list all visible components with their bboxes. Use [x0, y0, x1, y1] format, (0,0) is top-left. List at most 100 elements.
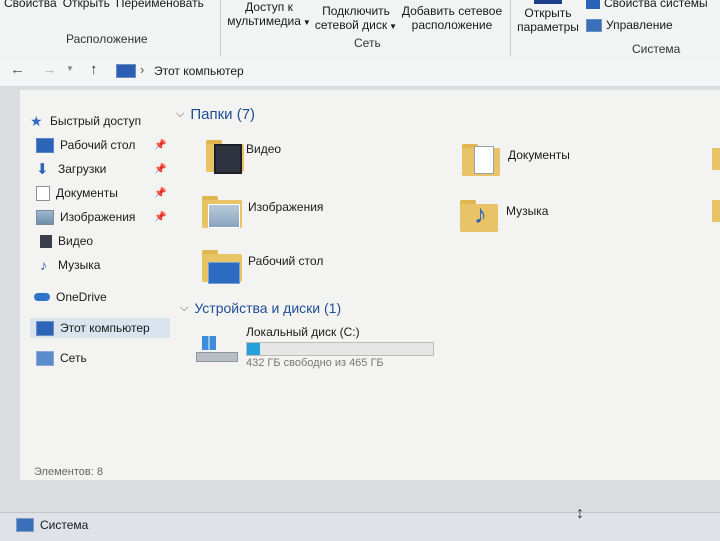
open-settings-label-1: Открыть [524, 6, 572, 20]
music-icon: ♪ [40, 257, 47, 273]
drive-free-space: 432 ГБ свободно из 465 ГБ [246, 357, 384, 369]
sidebar-item-network[interactable]: Сеть [36, 348, 186, 368]
sidebar-item-quick-access[interactable]: ★ Быстрый доступ [30, 111, 180, 131]
sidebar-item-desktop[interactable]: Рабочий стол 📌 [36, 135, 186, 155]
group-label-network: Сеть [354, 36, 381, 50]
sidebar-item-label: OneDrive [56, 290, 107, 304]
folder-partial-icon[interactable] [712, 200, 720, 222]
music-folder-icon: ♪ [460, 198, 498, 232]
media-access-label-1: Доступ к [245, 0, 293, 14]
computer-icon [36, 320, 54, 336]
ribbon-divider [220, 0, 221, 56]
add-network-location-button[interactable]: Добавить сетевое расположение [400, 4, 504, 32]
pin-icon: 📌 [154, 139, 167, 151]
properties-button[interactable]: Свойства [4, 0, 57, 10]
sidebar-item-video[interactable]: Видео [40, 231, 190, 251]
system-icon [16, 518, 34, 532]
group-label-location: Расположение [66, 32, 148, 46]
manage-button[interactable]: Управление [586, 18, 673, 32]
group-label-system: Система [632, 42, 681, 56]
open-settings-button[interactable]: Открыть параметры [515, 0, 581, 34]
system-icon [586, 0, 600, 9]
add-location-label-2: расположение [411, 18, 493, 32]
address-bar: ← → ▼ ↑ › Этот компьютер [0, 58, 720, 87]
sidebar-item-label: Видео [58, 234, 94, 248]
open-settings-label-2: параметры [517, 20, 579, 34]
folder-label: Музыка [506, 204, 549, 218]
pictures-folder-icon [202, 194, 242, 228]
back-arrow-icon[interactable]: ← [10, 61, 25, 78]
taskbar-item-label: Система [40, 518, 89, 532]
drive-label: Локальный диск (C:) [246, 325, 360, 339]
video-folder-icon [206, 138, 244, 174]
folder-label: Рабочий стол [248, 254, 324, 268]
add-location-label-1: Добавить сетевое [401, 4, 503, 18]
map-drive-label-1: Подключить [322, 4, 390, 18]
network-icon [36, 350, 54, 366]
computer-icon [116, 64, 136, 78]
sidebar-item-label: Сеть [60, 351, 87, 365]
folders-group-header[interactable]: ⌵ Папки (7) [176, 106, 255, 123]
map-drive-button[interactable]: Подключить сетевой диск ▼ [314, 4, 398, 32]
sidebar-item-label: Документы [56, 186, 118, 200]
drive-usage-bar [246, 342, 434, 356]
sidebar-item-label: Загрузки [58, 162, 107, 176]
folder-label: Документы [508, 148, 570, 162]
hard-drive-icon [196, 336, 238, 362]
video-icon [40, 234, 52, 248]
downloads-icon: ⬇ [36, 161, 49, 178]
folder-partial-icon[interactable] [712, 148, 720, 170]
map-drive-label-2: сетевой диск ▼ [314, 18, 398, 32]
open-button[interactable]: Открыть [63, 0, 110, 10]
system-properties-label: Свойства системы [604, 0, 708, 10]
pin-icon: 📌 [154, 211, 167, 223]
documents-icon [36, 185, 50, 201]
devices-group-header[interactable]: ⌵ Устройства и диски (1) [180, 300, 341, 316]
pictures-icon [36, 209, 54, 225]
ribbon-divider [510, 0, 511, 56]
chevron-down-icon: ▼ [302, 18, 311, 27]
item-count: Элементов: 8 [34, 466, 103, 478]
devices-group-title: Устройства и диски (1) [194, 300, 342, 316]
settings-icon [534, 0, 562, 4]
sidebar-item-label: Изображения [60, 210, 136, 224]
chevron-down-icon: ⌵ [180, 301, 189, 314]
path-separator: › [140, 62, 145, 77]
folder-label: Изображения [248, 200, 324, 214]
desktop-icon [36, 137, 54, 153]
desktop-folder-icon [202, 248, 242, 284]
forward-arrow-icon[interactable]: → [42, 61, 57, 78]
resize-cursor-icon: ↕ [576, 505, 584, 522]
sidebar-item-pictures[interactable]: Изображения 📌 [36, 207, 186, 227]
recent-locations-chevron-icon[interactable]: ▼ [66, 64, 74, 73]
star-icon: ★ [30, 112, 43, 129]
sidebar-item-this-pc[interactable]: Этот компьютер [30, 318, 170, 338]
drive-c[interactable]: Локальный диск (C:) 432 ГБ свободно из 4… [196, 324, 446, 369]
drive-usage-fill [247, 343, 261, 355]
manage-label: Управление [606, 18, 673, 32]
sidebar-item-music[interactable]: ♪ Музыка [40, 255, 190, 275]
breadcrumb-this-pc[interactable]: Этот компьютер [154, 64, 244, 78]
pin-icon: 📌 [154, 163, 167, 175]
chevron-down-icon: ⌵ [176, 108, 185, 120]
documents-folder-icon [462, 142, 500, 176]
folder-label: Видео [246, 142, 282, 156]
sidebar-item-downloads[interactable]: ⬇ Загрузки 📌 [36, 159, 186, 179]
computer-manage-icon [586, 18, 602, 32]
up-arrow-icon[interactable]: ↑ [90, 61, 98, 78]
media-access-label-2: мультимедиа ▼ [227, 14, 311, 28]
sidebar-item-label: Этот компьютер [60, 321, 150, 335]
sidebar-item-label: Музыка [58, 258, 101, 272]
taskbar: Система ↕ [0, 505, 720, 541]
taskbar-item-system[interactable]: Система [16, 518, 88, 532]
rename-button[interactable]: Переименовать [116, 0, 204, 10]
sidebar-item-label: Быстрый доступ [50, 114, 142, 128]
system-properties-button[interactable]: Свойства системы [586, 0, 708, 10]
cloud-icon [34, 293, 50, 301]
status-bar: Элементов: 8 [20, 462, 700, 480]
chevron-down-icon: ▼ [389, 22, 398, 31]
sidebar-item-label: Рабочий стол [60, 138, 136, 152]
sidebar-item-documents[interactable]: Документы 📌 [36, 183, 186, 203]
sidebar-item-onedrive[interactable]: OneDrive [34, 287, 184, 307]
media-access-button[interactable]: Доступ к мультимедиа ▼ [226, 0, 312, 28]
